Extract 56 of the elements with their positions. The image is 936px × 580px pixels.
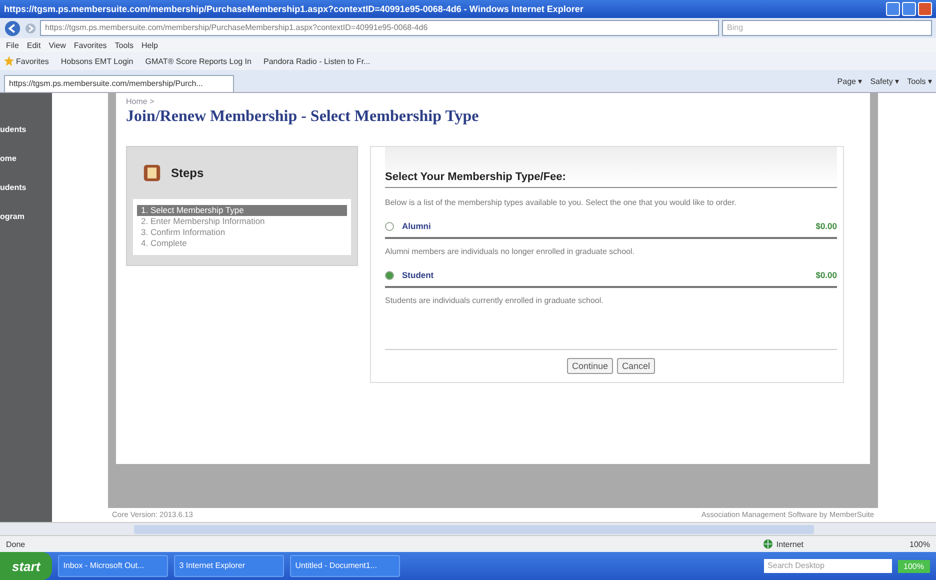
browser-tab[interactable]: https://tgsm.ps.membersuite.com/membership/Purch... — [4, 75, 234, 92]
section-title: Select Your Membership Type/Fee: — [385, 171, 566, 183]
menu-item[interactable]: View — [48, 40, 66, 50]
step-item: 3. Confirm Information — [140, 227, 226, 238]
menu-item[interactable]: Edit — [26, 40, 41, 50]
window-title: https://tgsm.ps.membersuite.com/membership/PurchaseMembership1.aspx?contextID=40991e95-0068-4d6 - Windows Internet Explorer — [4, 4, 584, 14]
book-icon — [143, 164, 161, 182]
option-description: Students are individuals currently enrolled in graduate school. — [385, 296, 604, 305]
taskbar-button[interactable]: Inbox - Microsoft Out... — [58, 555, 168, 577]
taskbar-button[interactable]: Untitled - Document1... — [290, 555, 400, 577]
option-label: Student — [402, 270, 434, 280]
option-label: Alumni — [402, 221, 431, 231]
sidebar-item[interactable]: ome — [0, 154, 52, 163]
favorite-link[interactable]: Hobsons EMT Login — [60, 56, 134, 66]
option-description: Alumni members are individuals no longer enrolled in graduate school. — [385, 247, 636, 256]
forward-icon[interactable] — [24, 22, 37, 34]
breadcrumb-link[interactable]: Home > — [126, 97, 154, 106]
globe-icon — [763, 539, 774, 549]
favorite-link[interactable]: Pandora Radio - Listen to Fr... — [263, 56, 370, 66]
form-button[interactable]: Cancel — [617, 358, 656, 374]
sidebar-item[interactable]: udents — [0, 183, 52, 192]
back-icon[interactable] — [4, 20, 21, 36]
favorite-link[interactable]: GMAT® Score Reports Log In — [145, 56, 252, 66]
fee-text: $0.00 — [816, 270, 837, 280]
step-item: 4. Complete — [140, 238, 188, 249]
step-item: 1. Select Membership Type — [137, 205, 347, 216]
star-icon — [4, 56, 14, 66]
page-heading: Join/Renew Membership - Select Membership Type — [126, 108, 480, 126]
steps-title: Steps — [171, 166, 204, 180]
menu-item[interactable]: Tools — [114, 40, 134, 50]
taskbar-button[interactable]: 3 Internet Explorer — [174, 555, 284, 577]
address-field[interactable]: https://tgsm.ps.membersuite.com/membership/PurchaseMembership1.aspx?contextID=40991e95-0068-4d6 — [40, 20, 719, 36]
horizontal-scrollbar[interactable] — [0, 522, 936, 535]
favorites-button[interactable]: Favorites — [4, 56, 49, 66]
sidebar-item[interactable]: udents — [0, 125, 52, 134]
menu-item[interactable]: File — [6, 40, 19, 50]
maximize-button[interactable] — [902, 2, 916, 16]
command-button[interactable]: Safety ▾ — [870, 76, 900, 86]
command-button[interactable]: Page ▾ — [837, 76, 862, 86]
close-button[interactable] — [918, 2, 932, 16]
status-text: Done — [6, 540, 26, 548]
intro-text: Below is a list of the membership types available to you. Select the one that you would like to order. — [385, 198, 738, 207]
start-button[interactable]: start — [0, 552, 52, 580]
form-button[interactable]: Continue — [566, 358, 613, 374]
command-button[interactable]: Tools ▾ — [907, 76, 932, 86]
menu-item[interactable]: Favorites — [74, 40, 107, 50]
battery-indicator: 100% — [898, 560, 930, 572]
step-item: 2. Enter Membership Information — [140, 216, 266, 227]
fee-text: $0.00 — [816, 221, 837, 231]
radio-button[interactable] — [385, 222, 394, 230]
minimize-button[interactable] — [886, 2, 900, 16]
radio-button[interactable] — [385, 270, 394, 280]
sidebar-item[interactable]: ogram — [0, 212, 52, 221]
menu-item[interactable]: Help — [141, 40, 158, 50]
zone-text: Internet — [776, 540, 804, 548]
zoom-control[interactable]: 100% — [910, 540, 930, 548]
